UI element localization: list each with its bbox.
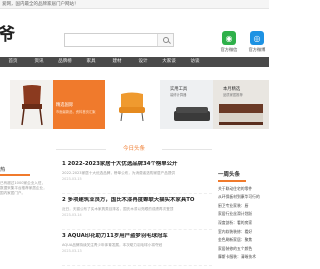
wechat-icon: ◉ — [222, 31, 236, 45]
weekly-item[interactable]: 摩斯卡服装：清晰技术 — [218, 254, 269, 259]
weekly-item[interactable]: 厨卫专业家装：厨 — [218, 203, 269, 208]
left-column: 热 已有超过1000家企业入驻， 数据采集平台推荐家居企业， 国内家居门户。 — [0, 158, 58, 269]
weekly-item[interactable]: 金色刷新家居：聚焦 — [218, 237, 269, 242]
headline-summary: 2022-2023家居十大优选品牌，榜单公布，为消费者选购家居产品提供 — [62, 171, 176, 175]
nav-item-furniture[interactable]: 家具 — [78, 57, 104, 67]
section-title: 今日头条 — [122, 146, 145, 152]
divider — [162, 149, 212, 150]
banner-card-orange[interactable]: 精选国际 市面最新品，资料首页汇聚 — [53, 80, 105, 129]
banner-card-chair[interactable] — [10, 80, 54, 129]
sofa-icon — [174, 107, 210, 121]
search-box — [64, 33, 174, 47]
site-header: 爷 ◉ 官方微信 ◎ 官方微博 — [0, 9, 269, 57]
headline-title[interactable]: 3 AQUA印花助力11岁用户盗梦羽毛球冠军 — [62, 233, 212, 240]
banner-gray-sub: 装修计算器 — [170, 93, 187, 97]
weekly-item[interactable]: 室内软装装修：看好 — [218, 229, 269, 234]
bed-icon — [219, 104, 263, 125]
weekly-item[interactable]: 关于联动住宅的零件 — [218, 186, 269, 191]
search-button[interactable] — [157, 34, 173, 46]
weekly-item[interactable]: 从环保板材到康华可行的 — [218, 194, 269, 199]
site-logo[interactable]: 爷 — [0, 27, 15, 44]
banner-right-sub: 品质家居推荐 — [223, 93, 243, 97]
search-input[interactable] — [65, 34, 155, 46]
banner-card-tools[interactable]: 实用工具 装修计算器 — [160, 80, 213, 129]
nav-item-home[interactable]: 首页 — [0, 57, 26, 67]
weibo-icon: ◎ — [250, 31, 264, 45]
wechat-label: 官方微信 — [220, 47, 238, 52]
banner-orange-title: 精选国际 — [56, 103, 74, 108]
nav-item-materials[interactable]: 建材 — [104, 57, 130, 67]
top-bar-message: 爱网，国内最全的品牌家居门户网站！ — [2, 2, 79, 7]
main-nav: 首页 资讯 品牌榜 家具 建材 设计 大家谈 访谈 — [0, 57, 269, 67]
weekly-item[interactable]: 深度剖析：看的房家 — [218, 220, 269, 225]
divider — [56, 149, 106, 150]
headline-title[interactable]: 2 多项建筑业良方，国氏木漆再度蝉联天猫实木家具TO — [62, 197, 212, 204]
headline-item[interactable]: 2 多项建筑业良方，国氏木漆再度蝉联天猫实木家具TO 近日，天猫公布了实木家具类… — [62, 197, 212, 230]
banner-orange-sub: 市面最新品，资料首页汇聚 — [56, 110, 96, 114]
armchair-icon — [119, 92, 145, 122]
nav-item-brands[interactable]: 品牌榜 — [52, 57, 78, 67]
headline-date: 2023-03-14 — [62, 213, 82, 217]
headline-date: 2023-03-15 — [62, 177, 82, 181]
section-header: 今日头条 — [56, 141, 212, 157]
weekly-headlines: 一周头条 关于联动住宅的零件 从环保板材到康华可行的 厨卫专业家装：厨 家居行业… — [218, 170, 269, 269]
headline-list: 1 2022-2023家居十大优选品牌34个榜单公开 2022-2023家居十大… — [62, 158, 212, 266]
banner-card-armchair[interactable] — [107, 80, 157, 129]
banner-card-picks[interactable]: 本月精选 品质家居推荐 — [213, 80, 269, 129]
weibo-qr[interactable]: ◎ 官方微博 — [246, 31, 268, 53]
nav-item-forum[interactable]: 大家谈 — [156, 57, 182, 67]
headline-item[interactable]: 3 AQUA印花助力11岁用户盗梦羽毛球冠军 AQUA品牌持续关注青少年体育发展… — [62, 233, 212, 266]
left-heading: 热 — [0, 166, 30, 176]
weekly-item[interactable]: 家居装修的五个颜色 — [218, 246, 269, 251]
headline-summary: AQUA品牌持续关注青少年体育发展，本次助力羽毛球小将夺冠 — [62, 243, 163, 247]
top-bar: 爱网，国内最全的品牌家居门户网站！ — [0, 0, 269, 9]
left-snippets: 已有超过1000家企业入驻， 数据采集平台推荐家居企业， 国内家居门户。 — [0, 181, 58, 196]
nav-item-interview[interactable]: 访谈 — [182, 57, 208, 67]
nav-item-design[interactable]: 设计 — [130, 57, 156, 67]
search-icon — [162, 37, 169, 43]
headline-item[interactable]: 1 2022-2023家居十大优选品牌34个榜单公开 2022-2023家居十大… — [62, 161, 212, 194]
headline-title[interactable]: 1 2022-2023家居十大优选品牌34个榜单公开 — [62, 161, 212, 168]
chair-icon — [21, 85, 43, 126]
weekly-item[interactable]: 家居行业丝滑计划跃 — [218, 211, 269, 216]
banner-carousel: 精选国际 市面最新品，资料首页汇聚 实用工具 装修计算器 本月精选 品质家居推荐 — [0, 67, 269, 142]
weibo-label: 官方微博 — [248, 47, 266, 52]
weekly-heading: 一周头条 — [218, 170, 246, 182]
nav-item-news[interactable]: 资讯 — [26, 57, 52, 67]
headline-date: 2023-03-13 — [62, 249, 82, 253]
headline-summary: 近日，天猫公布了实木家具类目排名，国氏木漆以亮眼的成绩再次登顶 — [62, 207, 174, 211]
left-snippet[interactable]: 国内家居门户。 — [0, 191, 58, 196]
wechat-qr[interactable]: ◉ 官方微信 — [218, 31, 240, 53]
